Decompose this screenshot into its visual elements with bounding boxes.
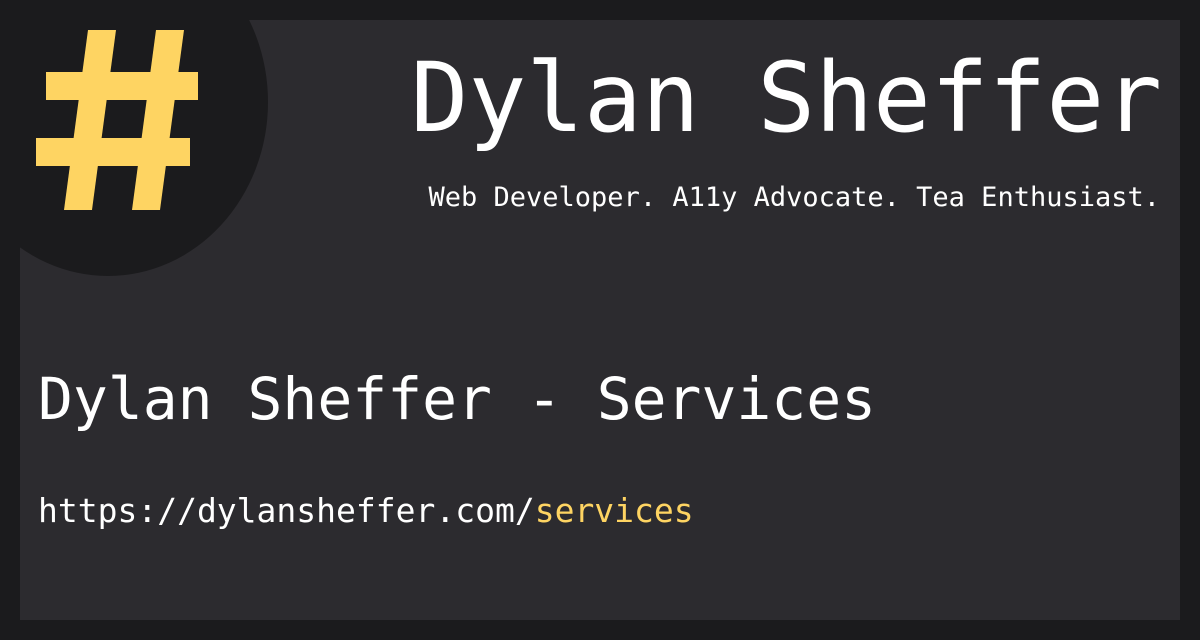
url-path: services	[534, 491, 694, 530]
url-base: https://dylansheffer.com/	[38, 491, 535, 530]
hash-icon-graphic	[36, 30, 198, 210]
site-tagline: Web Developer. A11y Advocate. Tea Enthus…	[428, 182, 1161, 213]
hash-icon	[28, 20, 198, 230]
page-title: Dylan Sheffer - Services	[38, 365, 877, 433]
social-card: Dylan Sheffer Web Developer. A11y Advoca…	[20, 20, 1180, 620]
site-name: Dylan Sheffer	[410, 42, 1162, 154]
page-url: https://dylansheffer.com/services	[38, 490, 694, 532]
